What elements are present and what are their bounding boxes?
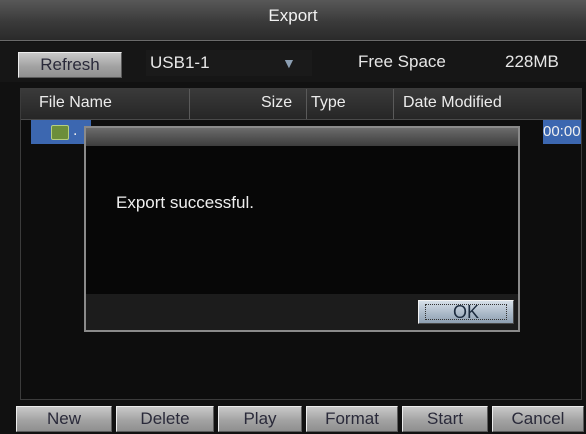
ok-button[interactable]: OK	[418, 300, 514, 324]
dialog-message: Export successful.	[116, 193, 254, 212]
column-divider	[306, 89, 307, 119]
new-button[interactable]: New	[16, 406, 112, 432]
column-date-modified[interactable]: Date Modified	[403, 94, 502, 112]
export-success-dialog: OK	[84, 126, 520, 332]
column-divider	[393, 89, 394, 119]
format-button[interactable]: Format	[306, 406, 398, 432]
window-titlebar: Export	[0, 0, 586, 41]
window-title: Export	[268, 6, 318, 25]
delete-button[interactable]: Delete	[116, 406, 214, 432]
refresh-button[interactable]: Refresh	[18, 52, 122, 78]
row-file-name: .	[73, 122, 78, 139]
column-type[interactable]: Type	[311, 94, 346, 112]
table-header: File Name Size Type Date Modified	[21, 89, 581, 120]
chevron-down-icon: ▼	[282, 55, 296, 71]
dialog-body	[86, 146, 518, 294]
column-file-name[interactable]: File Name	[39, 94, 112, 112]
column-divider	[189, 89, 190, 119]
start-button[interactable]: Start	[402, 406, 488, 432]
row-date-modified: 00:00	[543, 123, 581, 140]
bottom-button-bar: New Delete Play Format Start Cancel	[0, 404, 586, 434]
toolbar: Refresh USB1-1 ▼ Free Space 228MB	[0, 42, 586, 82]
export-window: Export Refresh USB1-1 ▼ Free Space 228MB…	[0, 0, 586, 434]
device-select[interactable]: USB1-1 ▼	[146, 50, 312, 76]
focus-outline	[425, 304, 507, 320]
cancel-button[interactable]: Cancel	[492, 406, 584, 432]
dialog-footer: OK	[86, 294, 518, 330]
device-select-value: USB1-1	[150, 53, 210, 72]
free-space-value: 228MB	[505, 52, 559, 71]
video-file-icon	[51, 125, 69, 140]
column-size[interactable]: Size	[261, 94, 292, 112]
free-space-label: Free Space	[358, 52, 446, 71]
play-button[interactable]: Play	[218, 406, 302, 432]
dialog-titlebar	[86, 128, 518, 146]
